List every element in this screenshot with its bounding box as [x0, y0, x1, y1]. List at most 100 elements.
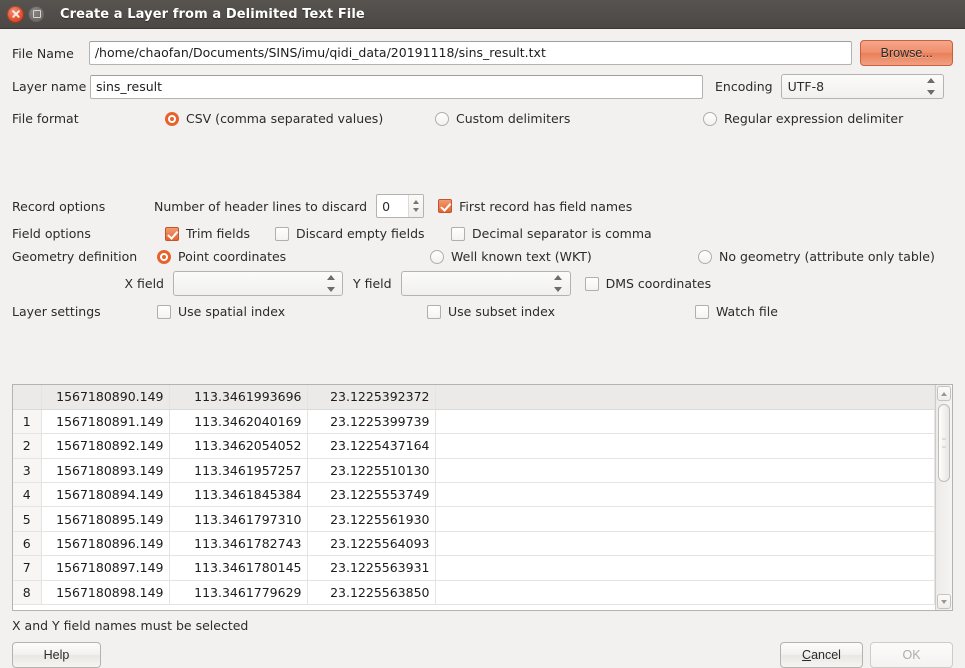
- x-field-select[interactable]: [173, 271, 343, 296]
- file-name-input[interactable]: /home/chaofan/Documents/SINS/imu/qidi_da…: [88, 41, 853, 65]
- cell-longitude: 113.3462054052: [169, 433, 308, 459]
- checkbox-first-record-label: First record has field names: [459, 198, 633, 214]
- field-options-label: Field options: [12, 226, 91, 241]
- header-lines-spinner[interactable]: 0: [376, 194, 425, 218]
- cell-latitude: 23.1225399739: [307, 409, 436, 435]
- checkbox-first-record-field-names[interactable]: First record has field names: [438, 199, 632, 214]
- checkbox-watch-file-label: Watch file: [716, 304, 778, 319]
- stepper-icon[interactable]: [408, 195, 424, 217]
- radio-dot-icon: [698, 249, 712, 264]
- radio-point-coordinates[interactable]: Point coordinates: [157, 249, 430, 264]
- cell-longitude: 113.3461797310: [169, 506, 308, 532]
- row-index: 7: [13, 555, 42, 581]
- checkbox-icon: [427, 304, 441, 319]
- ok-button[interactable]: OK: [870, 642, 953, 668]
- table-header-row[interactable]: 1567180890.149 113.3461993696 23.1225392…: [13, 385, 935, 410]
- header-lines-value: 0: [382, 198, 391, 214]
- radio-csv[interactable]: CSV (comma separated values): [165, 111, 435, 126]
- checkbox-use-spatial-index[interactable]: Use spatial index: [157, 304, 427, 319]
- preview-table-body: 1567180890.149 113.3461993696 23.1225392…: [13, 385, 935, 606]
- maximize-icon[interactable]: [28, 5, 45, 23]
- file-name-label: File Name: [12, 45, 74, 61]
- checkbox-dms-label: DMS coordinates: [605, 276, 712, 291]
- cell-latitude: 23.1225553749: [307, 482, 436, 508]
- file-name-row: File Name /home/chaofan/Documents/SINS/i…: [12, 40, 953, 66]
- row-index: 4: [13, 482, 42, 508]
- y-field-select[interactable]: [400, 271, 571, 296]
- checkbox-icon: [157, 304, 171, 319]
- table-row[interactable]: 5 1567180895.149 113.3461797310 23.12255…: [13, 506, 935, 532]
- row-index: 3: [13, 458, 42, 484]
- radio-custom-delimiters[interactable]: Custom delimiters: [435, 111, 703, 126]
- cancel-button[interactable]: Cancel: [780, 642, 863, 668]
- table-vertical-scrollbar[interactable]: [935, 385, 952, 610]
- header-lines-label: Number of header lines to discard: [154, 198, 368, 214]
- radio-custom-delimiters-label: Custom delimiters: [456, 111, 571, 126]
- checkbox-use-subset-index[interactable]: Use subset index: [427, 304, 695, 319]
- layer-settings-row: Layer settings Use spatial index Use sub…: [12, 304, 953, 319]
- browse-button[interactable]: Browse...: [860, 40, 953, 66]
- cell-latitude: 23.1225510130: [307, 458, 436, 484]
- chevron-updown-icon: [553, 275, 564, 292]
- cell-latitude: 23.1225563931: [307, 555, 436, 581]
- table-row[interactable]: 1 1567180891.149 113.3462040169 23.12253…: [13, 409, 935, 435]
- radio-no-geometry[interactable]: No geometry (attribute only table): [698, 249, 935, 264]
- file-format-label: File format: [12, 111, 79, 126]
- close-icon[interactable]: [7, 5, 24, 23]
- table-row[interactable]: 3 1567180893.149 113.3461957257 23.12255…: [13, 458, 935, 484]
- checkbox-watch-file[interactable]: Watch file: [695, 304, 778, 319]
- radio-regex-delimiter-label: Regular expression delimiter: [724, 111, 904, 126]
- scroll-up-icon[interactable]: [937, 386, 951, 401]
- dialog-body: File Name /home/chaofan/Documents/SINS/i…: [0, 40, 965, 668]
- radio-regex-delimiter[interactable]: Regular expression delimiter: [703, 111, 903, 126]
- y-field-label: Y field: [353, 276, 392, 291]
- geometry-definition-row: Geometry definition Point coordinates We…: [12, 249, 953, 264]
- radio-dot-icon: [430, 249, 444, 264]
- cancel-mnemonic: C: [802, 648, 812, 662]
- checkbox-dms-coordinates[interactable]: DMS coordinates: [584, 276, 712, 291]
- radio-dot-icon: [157, 249, 171, 264]
- dialog-button-bar: Help Cancel OK: [12, 642, 953, 668]
- cell-empty: [435, 580, 935, 606]
- scrollbar-thumb[interactable]: [938, 404, 950, 482]
- cell-longitude: 113.3461782743: [169, 531, 308, 557]
- layer-settings-label: Layer settings: [12, 304, 101, 319]
- cancel-label-rest: ancel: [811, 648, 841, 662]
- checkbox-decimal-separator-comma[interactable]: Decimal separator is comma: [451, 226, 652, 241]
- cell-latitude: 23.1225564093: [307, 531, 436, 557]
- chevron-updown-icon: [325, 275, 336, 292]
- geometry-definition-label: Geometry definition: [12, 249, 138, 264]
- status-message: X and Y field names must be selected: [12, 618, 249, 633]
- checkbox-trim-fields[interactable]: Trim fields: [165, 226, 275, 241]
- radio-dot-icon: [435, 111, 449, 126]
- radio-dot-icon: [165, 111, 179, 126]
- table-row[interactable]: 4 1567180894.149 113.3461845384 23.12255…: [13, 482, 935, 508]
- preview-table[interactable]: 1567180890.149 113.3461993696 23.1225392…: [12, 384, 953, 611]
- cell-longitude: 113.3461993696: [169, 385, 308, 410]
- checkbox-discard-empty-fields[interactable]: Discard empty fields: [275, 226, 451, 241]
- radio-csv-label: CSV (comma separated values): [186, 111, 384, 126]
- file-format-row: File format CSV (comma separated values)…: [12, 111, 953, 126]
- record-options-label: Record options: [12, 198, 106, 214]
- field-options-row: Field options Trim fields Discard empty …: [12, 226, 953, 241]
- chevron-updown-icon: [926, 78, 937, 95]
- cell-latitude: 23.1225437164: [307, 433, 436, 459]
- row-index: 2: [13, 433, 42, 459]
- row-index: 5: [13, 506, 42, 532]
- cell-empty: [435, 409, 935, 435]
- table-row[interactable]: 7 1567180897.149 113.3461780145 23.12255…: [13, 555, 935, 581]
- table-row[interactable]: 6 1567180896.149 113.3461782743 23.12255…: [13, 531, 935, 557]
- help-button[interactable]: Help: [12, 642, 101, 668]
- table-row[interactable]: 8 1567180898.149 113.3461779629 23.12255…: [13, 580, 935, 606]
- radio-wkt[interactable]: Well known text (WKT): [430, 249, 698, 264]
- row-index: 6: [13, 531, 42, 557]
- row-index: [13, 385, 42, 410]
- cell-timestamp: 1567180898.149: [41, 580, 170, 606]
- record-options-row: Record options Number of header lines to…: [12, 194, 953, 218]
- table-row[interactable]: 2 1567180892.149 113.3462054052 23.12254…: [13, 433, 935, 459]
- cell-empty: [435, 482, 935, 508]
- cell-timestamp: 1567180891.149: [41, 409, 170, 435]
- scroll-down-icon[interactable]: [937, 594, 951, 609]
- layer-name-input[interactable]: sins_result: [90, 74, 703, 99]
- encoding-select[interactable]: UTF-8: [780, 74, 944, 99]
